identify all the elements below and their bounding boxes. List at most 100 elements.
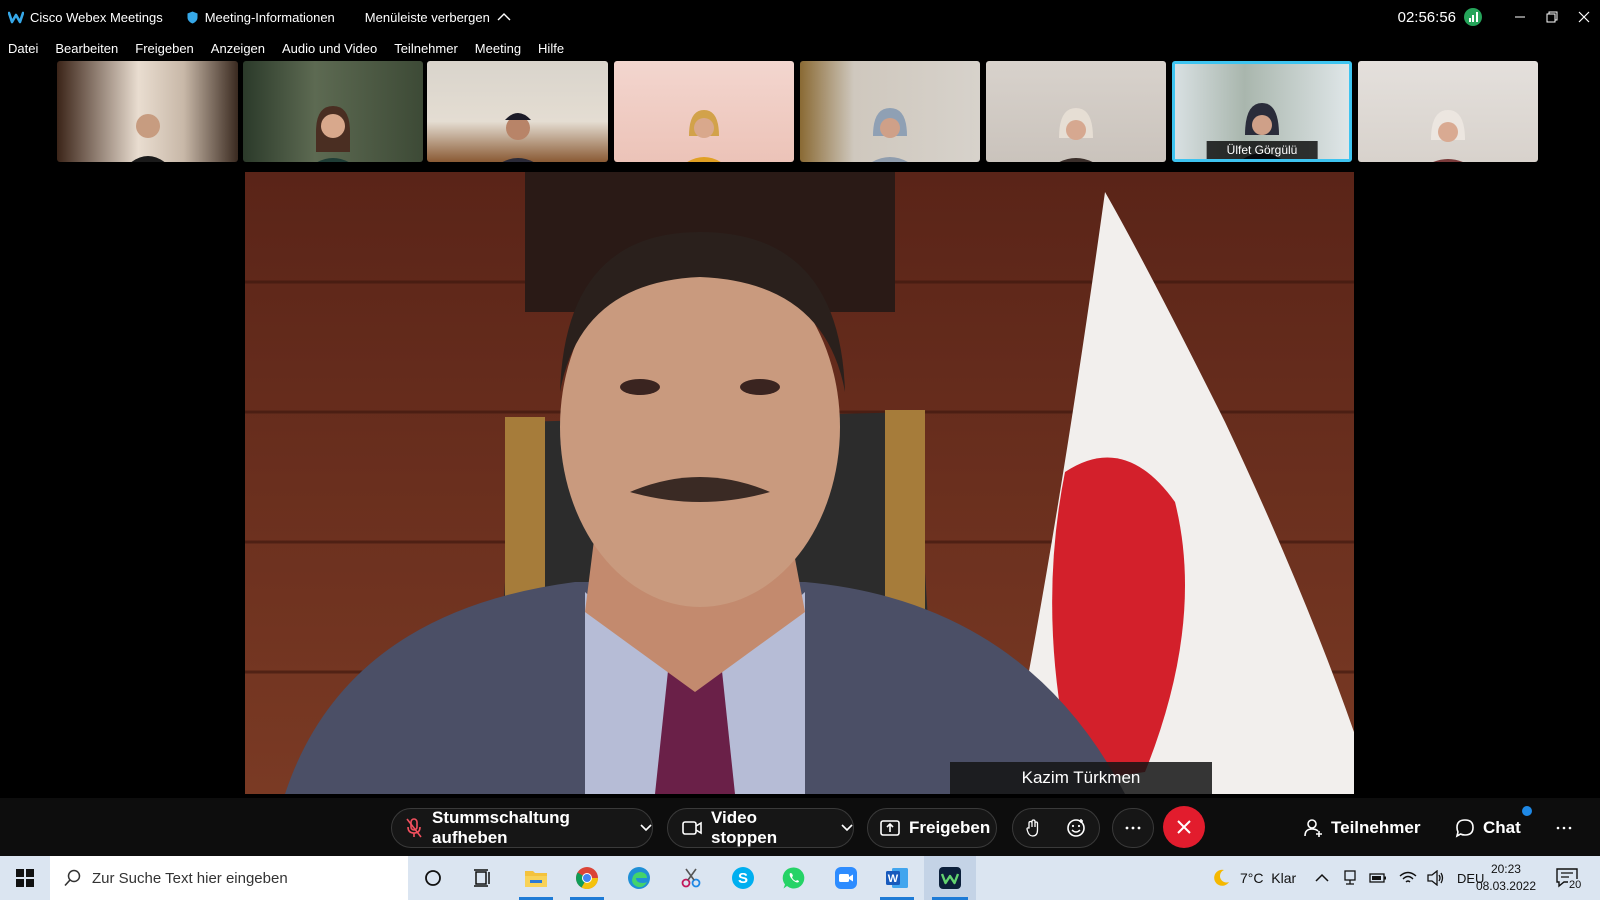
share-label: Freigeben	[909, 818, 991, 837]
battery-icon[interactable]	[1369, 873, 1387, 883]
menu-item-freigeben[interactable]: Freigeben	[135, 41, 194, 56]
task-view-button[interactable]	[458, 856, 508, 900]
windows-logo-icon	[16, 869, 34, 887]
shield-icon	[187, 11, 198, 23]
chrome-icon	[576, 867, 598, 889]
participant-avatar	[131, 114, 164, 162]
participant-video[interactable]	[427, 61, 608, 162]
webex-logo-icon	[8, 11, 24, 24]
menu-item-teilnehmer[interactable]: Teilnehmer	[394, 41, 458, 56]
chat-button[interactable]: Chat	[1455, 808, 1521, 848]
chevron-down-icon[interactable]	[841, 824, 853, 832]
taskbar-edge[interactable]	[614, 856, 664, 900]
taskbar-whatsapp[interactable]	[769, 856, 819, 900]
person-icon	[1304, 819, 1322, 837]
app-title: Cisco Webex Meetings	[8, 10, 163, 25]
meeting-timer: 02:56:56	[1397, 8, 1456, 26]
skype-icon: S	[732, 867, 754, 889]
scissors-icon	[681, 868, 701, 888]
participant-video[interactable]	[614, 61, 794, 162]
title-bar: Cisco Webex Meetings Meeting-Information…	[0, 0, 1600, 34]
participant-avatar	[316, 106, 350, 162]
participant-avatar	[687, 110, 721, 162]
notification-count: 20	[1568, 879, 1583, 891]
taskbar-clock[interactable]: 20:23 08.03.2022	[1476, 861, 1536, 895]
tray-icons: DEU	[1315, 856, 1484, 900]
connection-quality-icon[interactable]	[1464, 8, 1482, 26]
participant-video[interactable]	[243, 61, 423, 162]
taskbar-zoom[interactable]	[821, 856, 871, 900]
stop-video-button[interactable]: Video stoppen	[667, 808, 854, 848]
menu-item-bearbeiten[interactable]: Bearbeiten	[55, 41, 118, 56]
meeting-info-button[interactable]: Meeting-Informationen	[187, 10, 335, 25]
hide-menubar-label: Menüleiste verbergen	[364, 9, 490, 25]
taskbar-word[interactable]: W	[872, 856, 922, 900]
participants-button[interactable]: Teilnehmer	[1303, 808, 1420, 848]
menu-item-meeting[interactable]: Meeting	[475, 41, 521, 56]
restore-icon	[1546, 11, 1558, 23]
menu-item-hilfe[interactable]: Hilfe	[538, 41, 564, 56]
close-icon	[1177, 820, 1191, 834]
reactions-emoji-icon[interactable]	[1066, 818, 1086, 838]
taskbar-webex[interactable]	[924, 856, 976, 900]
chat-bubble-icon	[1455, 819, 1474, 838]
weather-widget[interactable]: 7°C Klar	[1212, 856, 1296, 900]
whatsapp-icon	[782, 867, 805, 889]
close-icon	[1578, 11, 1590, 23]
clock-date: 08.03.2022	[1475, 879, 1536, 893]
participant-video[interactable]	[57, 61, 238, 162]
search-placeholder: Zur Suche Text hier eingeben	[92, 869, 288, 887]
more-panels-button[interactable]	[1556, 808, 1572, 848]
cortana-button[interactable]	[408, 856, 458, 900]
more-options-button[interactable]	[1112, 808, 1154, 848]
taskbar-file-explorer[interactable]	[511, 856, 561, 900]
wifi-icon[interactable]	[1399, 871, 1417, 885]
main-speaker-video[interactable]: Kazim Türkmen	[245, 172, 1354, 794]
menu-item-datei[interactable]: Datei	[8, 41, 38, 56]
meeting-info-label: Meeting-Informationen	[204, 9, 335, 25]
zoom-icon	[835, 867, 857, 889]
share-screen-icon	[880, 820, 900, 836]
menu-item-audio-video[interactable]: Audio und Video	[282, 41, 377, 56]
participant-video[interactable]	[1358, 61, 1538, 162]
search-icon	[64, 869, 81, 887]
menu-item-anzeigen[interactable]: Anzeigen	[211, 41, 265, 56]
participant-avatar	[1431, 110, 1465, 162]
more-dots-icon	[1125, 826, 1141, 830]
minimize-button[interactable]	[1504, 0, 1536, 34]
participants-label: Teilnehmer	[1331, 818, 1421, 837]
participant-avatar	[502, 113, 533, 162]
folder-icon	[525, 871, 547, 887]
device-icon[interactable]	[1343, 870, 1357, 886]
clock-time: 20:23	[1490, 862, 1521, 876]
raise-hand-icon[interactable]	[1026, 819, 1040, 837]
share-button[interactable]: Freigeben	[867, 808, 997, 848]
speaker-video-frame	[245, 172, 1354, 794]
speaker-icon[interactable]	[1427, 870, 1445, 886]
taskbar-chrome[interactable]	[562, 856, 612, 900]
participant-video[interactable]	[800, 61, 980, 162]
svg-text:S: S	[738, 870, 748, 887]
hide-menubar-button[interactable]: Menüleiste verbergen	[365, 10, 511, 25]
participant-video-active[interactable]: Ülfet Görgülü	[1172, 61, 1352, 162]
microphone-muted-icon	[406, 818, 422, 838]
weather-text: 7°C Klar	[1240, 870, 1297, 886]
notification-center-button[interactable]: 20	[1556, 856, 1583, 900]
minimize-icon	[1515, 16, 1525, 18]
reactions-group	[1012, 808, 1100, 848]
start-button[interactable]	[0, 856, 50, 900]
word-icon: W	[886, 868, 908, 888]
unmute-label: Stummschaltung aufheben	[432, 808, 570, 847]
taskbar-skype[interactable]: S	[718, 856, 768, 900]
end-meeting-button[interactable]	[1163, 806, 1205, 848]
stop-video-label: Video stoppen	[711, 808, 778, 847]
close-button[interactable]	[1568, 0, 1600, 34]
chevron-down-icon[interactable]	[640, 824, 652, 832]
participant-video[interactable]	[986, 61, 1166, 162]
unmute-button[interactable]: Stummschaltung aufheben	[391, 808, 653, 848]
taskbar-snipping-tool[interactable]	[666, 856, 716, 900]
restore-button[interactable]	[1536, 0, 1568, 34]
chevron-up-icon[interactable]	[1315, 873, 1329, 883]
taskbar-search-box[interactable]: Zur Suche Text hier eingeben	[50, 856, 408, 900]
speaker-name-label: Kazim Türkmen	[950, 762, 1212, 794]
